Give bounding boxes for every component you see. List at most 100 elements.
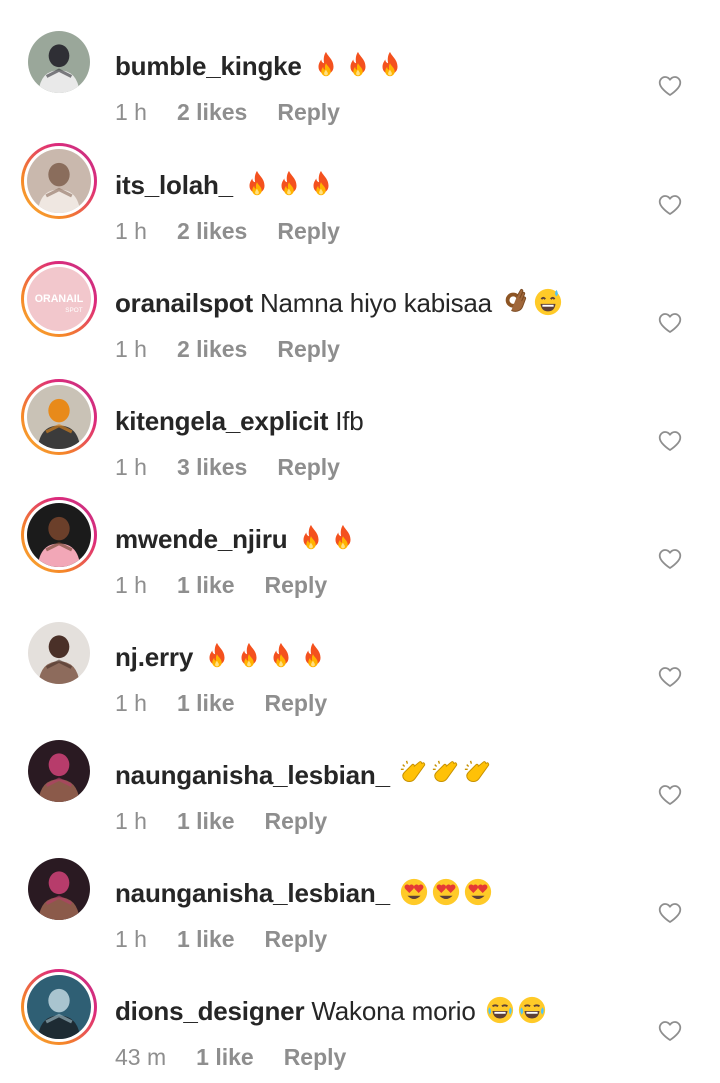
username-link[interactable]: mwende_njiru [115,524,288,554]
avatar-frame [28,858,90,920]
comment-timestamp: 1 h [115,690,147,716]
like-count-link[interactable]: 2 likes [177,218,247,244]
avatar-frame [28,31,90,93]
comment-row: bumble_kingke 1 h 2 likes Reply [0,20,720,138]
comment-body: nj.erry [115,641,328,673]
avatar-image [27,503,91,567]
avatar[interactable] [21,497,97,573]
comment-timestamp: 1 h [115,99,147,125]
avatar[interactable] [21,733,97,809]
comment-meta: 1 h 1 like Reply [115,807,327,835]
fire-emoji-icon [296,523,326,553]
like-heart-icon[interactable] [658,547,682,571]
avatar-image [28,31,90,93]
comment-body: its_lolah_ [115,169,336,201]
fire-emoji-icon [343,50,373,80]
comment-body: oranailspot Namna hiyo kabisaa [115,287,563,319]
username-link[interactable]: nj.erry [115,642,193,672]
like-count-link[interactable]: 1 like [177,690,235,716]
reply-button[interactable]: Reply [277,336,340,362]
reply-button[interactable]: Reply [277,454,340,480]
like-count-link[interactable]: 1 like [177,926,235,952]
like-heart-icon[interactable] [658,665,682,689]
comment-timestamp: 1 h [115,808,147,834]
username-link[interactable]: its_lolah_ [115,170,233,200]
comment-row: naunganisha_lesbian_ 1 h 1 like Reply [0,729,720,847]
clap-emoji-icon [431,759,461,789]
joy-emoji-icon [517,995,547,1025]
avatar-frame [24,146,94,216]
like-heart-icon[interactable] [658,1019,682,1043]
clap-emoji-icon [399,759,429,789]
grinning-sweat-emoji-icon [533,287,563,317]
username-link[interactable]: naunganisha_lesbian_ [115,878,390,908]
comment-timestamp: 1 h [115,336,147,362]
avatar[interactable] [21,379,97,455]
comment-timestamp: 1 h [115,218,147,244]
avatar-frame [28,622,90,684]
fire-emoji-icon [311,50,341,80]
comment-body: dions_designer Wakona morio [115,995,547,1027]
reply-button[interactable]: Reply [265,690,328,716]
avatar[interactable] [21,615,97,691]
avatar[interactable] [21,24,97,100]
comment-text: Wakona morio [311,996,476,1026]
comment-row: dions_designer Wakona morio 43 m 1 like Re… [0,965,720,1083]
comment-meta: 43 m 1 like Reply [115,1043,346,1071]
reply-button[interactable]: Reply [284,1044,347,1070]
comment-text: Ifb [335,406,364,436]
comment-meta: 1 h 2 likes Reply [115,98,340,126]
like-count-link[interactable]: 3 likes [177,454,247,480]
like-heart-icon[interactable] [658,429,682,453]
comment-body: bumble_kingke [115,50,405,82]
fire-emoji-icon [266,641,296,671]
avatar[interactable] [21,143,97,219]
comment-meta: 1 h 2 likes Reply [115,335,340,363]
like-count-link[interactable]: 2 likes [177,99,247,125]
like-heart-icon[interactable] [658,74,682,98]
like-count-link[interactable]: 1 like [177,808,235,834]
like-heart-icon[interactable] [658,193,682,217]
like-count-link[interactable]: 1 like [196,1044,254,1070]
avatar[interactable]: ORANAIL SPOT [21,261,97,337]
clap-emoji-icon [463,759,493,789]
avatar-frame [24,972,94,1042]
username-link[interactable]: bumble_kingke [115,51,302,81]
username-link[interactable]: kitengela_explicit [115,406,328,436]
like-heart-icon[interactable] [658,311,682,335]
like-heart-icon[interactable] [658,783,682,807]
reply-button[interactable]: Reply [277,218,340,244]
avatar-image [28,740,90,802]
like-count-link[interactable]: 1 like [177,572,235,598]
svg-text:SPOT: SPOT [65,307,82,314]
like-count-link[interactable]: 2 likes [177,336,247,362]
comment-row: naunganisha_lesbian_ 1 h 1 like Reply [0,847,720,965]
joy-emoji-icon [485,995,515,1025]
reply-button[interactable]: Reply [265,808,328,834]
comment-meta: 1 h 2 likes Reply [115,217,340,245]
reply-button[interactable]: Reply [277,99,340,125]
fire-emoji-icon [306,169,336,199]
username-link[interactable]: oranailspot [115,288,253,318]
avatar-image [27,385,91,449]
reply-button[interactable]: Reply [265,572,328,598]
avatar-image [27,975,91,1039]
comment-timestamp: 1 h [115,454,147,480]
avatar[interactable] [21,969,97,1045]
comment-meta: 1 h 1 like Reply [115,925,327,953]
fire-emoji-icon [234,641,264,671]
fire-emoji-icon [242,169,272,199]
username-link[interactable]: naunganisha_lesbian_ [115,760,390,790]
comment-row: ORANAIL SPOT oranailspot Namna hiyo kabisa… [0,257,720,375]
fire-emoji-icon [375,50,405,80]
avatar[interactable] [21,851,97,927]
comment-timestamp: 43 m [115,1044,167,1070]
avatar-frame [24,382,94,452]
like-heart-icon[interactable] [658,901,682,925]
reply-button[interactable]: Reply [265,926,328,952]
comment-body: naunganisha_lesbian_ [115,877,493,909]
comment-timestamp: 1 h [115,926,147,952]
avatar-logo-text: ORANAIL [35,293,84,305]
avatar-image [28,622,90,684]
username-link[interactable]: dions_designer [115,996,305,1026]
